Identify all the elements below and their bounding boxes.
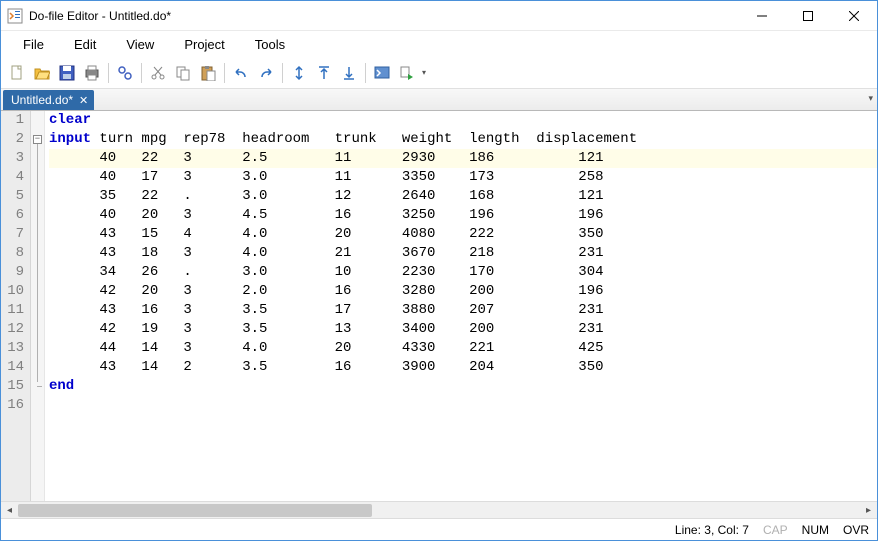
toolbar: ▾ (1, 57, 877, 89)
minimize-button[interactable] (739, 1, 785, 31)
scroll-thumb[interactable] (18, 504, 372, 517)
line-number: 2 (3, 130, 26, 149)
copy-button[interactable] (171, 61, 195, 85)
toolbar-separator (365, 63, 366, 83)
toolbar-separator (282, 63, 283, 83)
line-number: 9 (3, 263, 26, 282)
close-button[interactable] (831, 1, 877, 31)
titlebar: Do-file Editor - Untitled.do* (1, 1, 877, 31)
line-number: 5 (3, 187, 26, 206)
status-num: NUM (802, 523, 829, 537)
open-file-button[interactable] (30, 61, 54, 85)
cut-button[interactable] (146, 61, 170, 85)
line-number: 12 (3, 320, 26, 339)
fold-toggle-icon[interactable]: − (33, 135, 42, 144)
status-linecol: Line: 3, Col: 7 (675, 523, 749, 537)
line-number-gutter: 12345678910111213141516 (1, 111, 31, 501)
line-number: 4 (3, 168, 26, 187)
fold-gutter[interactable]: − (31, 111, 45, 501)
print-button[interactable] (80, 61, 104, 85)
window: Do-file Editor - Untitled.do* File Edit … (0, 0, 878, 541)
find-button[interactable] (113, 61, 137, 85)
new-file-button[interactable] (5, 61, 29, 85)
run-dropdown-icon[interactable]: ▾ (420, 68, 428, 77)
run-selection-button[interactable] (395, 61, 419, 85)
status-cap: CAP (763, 523, 788, 537)
line-number: 7 (3, 225, 26, 244)
line-number: 3 (3, 149, 26, 168)
tabstrip: Untitled.do* ✕ ▾ (1, 89, 877, 111)
toolbar-separator (141, 63, 142, 83)
indent-button[interactable] (337, 61, 361, 85)
scroll-right-icon[interactable]: ▸ (860, 502, 877, 519)
tabstrip-dropdown-icon[interactable]: ▾ (868, 93, 873, 104)
line-number: 8 (3, 244, 26, 263)
scroll-track[interactable] (18, 502, 860, 519)
line-number: 6 (3, 206, 26, 225)
tab-close-icon[interactable]: ✕ (79, 94, 88, 107)
menu-view[interactable]: View (112, 33, 168, 56)
tab-label: Untitled.do* (11, 93, 73, 107)
menu-project[interactable]: Project (170, 33, 238, 56)
scroll-left-icon[interactable]: ◂ (1, 502, 18, 519)
toolbar-separator (108, 63, 109, 83)
status-ovr: OVR (843, 523, 869, 537)
toggle-indent-button[interactable] (287, 61, 311, 85)
tab-untitled[interactable]: Untitled.do* ✕ (3, 90, 94, 110)
line-number: 13 (3, 339, 26, 358)
fold-end (37, 386, 42, 387)
save-button[interactable] (55, 61, 79, 85)
redo-button[interactable] (254, 61, 278, 85)
line-number: 1 (3, 111, 26, 130)
line-number: 15 (3, 377, 26, 396)
line-number: 14 (3, 358, 26, 377)
horizontal-scrollbar[interactable]: ◂ ▸ (1, 501, 877, 518)
outdent-button[interactable] (312, 61, 336, 85)
paste-button[interactable] (196, 61, 220, 85)
menu-edit[interactable]: Edit (60, 33, 110, 56)
app-icon (7, 8, 23, 24)
toolbar-separator (224, 63, 225, 83)
undo-button[interactable] (229, 61, 253, 85)
menubar: File Edit View Project Tools (1, 31, 877, 57)
window-title: Do-file Editor - Untitled.do* (29, 9, 739, 23)
statusbar: Line: 3, Col: 7 CAP NUM OVR (1, 518, 877, 540)
line-number: 11 (3, 301, 26, 320)
line-number: 16 (3, 396, 26, 415)
editor[interactable]: 12345678910111213141516 − clear input tu… (1, 111, 877, 501)
line-number: 10 (3, 282, 26, 301)
run-button[interactable] (370, 61, 394, 85)
code-area[interactable]: clear input turn mpg rep78 headroom trun… (45, 111, 877, 501)
maximize-button[interactable] (785, 1, 831, 31)
menu-file[interactable]: File (9, 33, 58, 56)
fold-line (37, 144, 38, 382)
menu-tools[interactable]: Tools (241, 33, 299, 56)
